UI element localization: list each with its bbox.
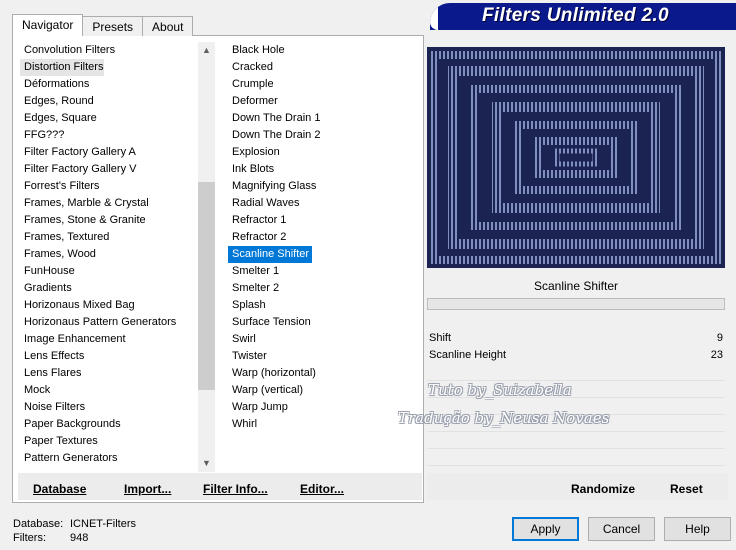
category-item[interactable]: Frames, Stone & Granite (20, 212, 200, 229)
filter-item[interactable]: Down The Drain 1 (228, 110, 418, 127)
param-label: Scanline Height (429, 349, 507, 361)
tab-about[interactable]: About (142, 16, 194, 36)
filter-item[interactable]: Smelter 1 (228, 263, 418, 280)
filter-item[interactable]: Black Hole (228, 42, 418, 59)
category-item[interactable]: Filter Factory Gallery A (20, 144, 200, 161)
reset-button[interactable]: Reset (670, 482, 703, 496)
filter-item[interactable]: Splash (228, 297, 418, 314)
param-shift[interactable]: Shift 9 (427, 330, 725, 347)
app-title: Filters Unlimited 2.0 (482, 5, 669, 26)
param-scanline-height[interactable]: Scanline Height 23 (427, 347, 725, 364)
scroll-up-icon[interactable]: ▲ (198, 42, 215, 59)
category-item[interactable]: Lens Effects (20, 348, 200, 365)
title-banner: Filters Unlimited 2.0 (430, 3, 736, 30)
tab-presets[interactable]: Presets (82, 16, 144, 36)
category-list[interactable]: Convolution Filters Distortion Filters D… (20, 42, 200, 470)
filter-item[interactable]: Radial Waves (228, 195, 418, 212)
parameter-list: Shift 9 Scanline Height 23 (427, 330, 725, 364)
filter-info-button[interactable]: Filter Info... (203, 482, 268, 496)
tab-navigator[interactable]: Navigator (12, 14, 84, 36)
category-item[interactable]: Noise Filters (20, 399, 200, 416)
preview-image[interactable] (427, 47, 725, 268)
filter-item[interactable]: Warp Jump (228, 399, 418, 416)
filter-item[interactable]: Deformer (228, 93, 418, 110)
category-scrollbar[interactable]: ▲ ▼ (198, 42, 215, 472)
category-item[interactable]: Forrest's Filters (20, 178, 200, 195)
database-label: Database: (13, 518, 64, 530)
filter-name-label: Scanline Shifter (427, 274, 725, 298)
editor-button[interactable]: Editor... (300, 482, 344, 496)
filter-item[interactable]: Warp (horizontal) (228, 365, 418, 382)
category-item[interactable]: Frames, Textured (20, 229, 200, 246)
empty-row (427, 364, 725, 381)
category-item-selected[interactable]: Distortion Filters (20, 59, 104, 76)
param-value: 9 (716, 332, 723, 344)
category-item[interactable]: Mock (20, 382, 200, 399)
database-button[interactable]: Database (33, 482, 86, 496)
filter-item[interactable]: Surface Tension (228, 314, 418, 331)
category-item[interactable]: Frames, Marble & Crystal (20, 195, 200, 212)
category-item[interactable]: Convolution Filters (20, 42, 200, 59)
watermark-translation: Tradução by_Neusa Novaes (398, 409, 610, 427)
help-button[interactable]: Help (664, 517, 731, 541)
filter-list[interactable]: Black Hole Cracked Crumple Deformer Down… (228, 42, 418, 472)
filter-item[interactable]: Twister (228, 348, 418, 365)
category-item[interactable]: Gradients (20, 280, 200, 297)
cancel-button[interactable]: Cancel (588, 517, 655, 541)
category-item[interactable]: Edges, Round (20, 93, 200, 110)
status-area: Database: ICNET-Filters Filters: 948 (13, 517, 136, 545)
scroll-down-icon[interactable]: ▼ (198, 455, 215, 472)
filter-item[interactable]: Smelter 2 (228, 280, 418, 297)
category-item[interactable]: Paper Backgrounds (20, 416, 200, 433)
filter-item[interactable]: Magnifying Glass (228, 178, 418, 195)
category-item[interactable]: Déformations (20, 76, 200, 93)
category-item[interactable]: Pattern Generators (20, 450, 200, 467)
category-item[interactable]: Edges, Square (20, 110, 200, 127)
filter-item[interactable]: Down The Drain 2 (228, 127, 418, 144)
filters-count-value: 948 (70, 532, 89, 544)
left-button-bar: Database Import... Filter Info... Editor… (18, 473, 422, 500)
category-item[interactable]: Horizonaus Mixed Bag (20, 297, 200, 314)
empty-row (427, 449, 725, 466)
right-button-bar: Randomize Reset (427, 473, 728, 500)
filters-count-label: Filters: (13, 532, 46, 544)
randomize-button[interactable]: Randomize (571, 482, 635, 496)
filter-item[interactable]: Crumple (228, 76, 418, 93)
scroll-thumb[interactable] (198, 182, 215, 390)
filter-item[interactable]: Refractor 1 (228, 212, 418, 229)
filter-item[interactable]: Warp (vertical) (228, 382, 418, 399)
param-value: 23 (710, 349, 723, 361)
filter-item[interactable]: Refractor 2 (228, 229, 418, 246)
category-item[interactable]: Frames, Wood (20, 246, 200, 263)
filter-item[interactable]: Swirl (228, 331, 418, 348)
filter-item[interactable]: Ink Blots (228, 161, 418, 178)
watermark-tutorial: Tuto by_Suizabella (428, 381, 572, 399)
category-item[interactable]: FunHouse (20, 263, 200, 280)
filter-item-selected[interactable]: Scanline Shifter (228, 246, 312, 263)
apply-button[interactable]: Apply (512, 517, 579, 541)
filter-item[interactable]: Explosion (228, 144, 418, 161)
filter-item[interactable]: Cracked (228, 59, 418, 76)
database-value: ICNET-Filters (70, 518, 136, 530)
category-item[interactable]: Image Enhancement (20, 331, 200, 348)
param-label: Shift (429, 332, 452, 344)
filter-item[interactable]: Whirl (228, 416, 418, 433)
category-item[interactable]: FFG??? (20, 127, 200, 144)
import-button[interactable]: Import... (124, 482, 171, 496)
category-item[interactable]: Lens Flares (20, 365, 200, 382)
category-item[interactable]: Paper Textures (20, 433, 200, 450)
category-item[interactable]: Horizonaus Pattern Generators (20, 314, 200, 331)
category-item[interactable]: Filter Factory Gallery V (20, 161, 200, 178)
empty-row (427, 432, 725, 449)
progress-bar (427, 298, 725, 310)
tab-bar: Navigator Presets About (12, 14, 194, 36)
